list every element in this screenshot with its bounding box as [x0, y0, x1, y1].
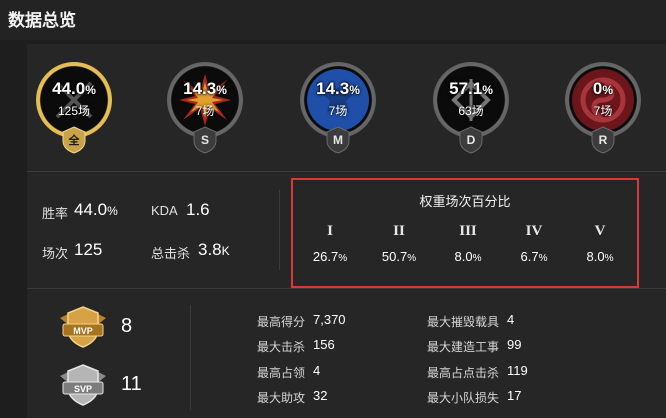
mvp-count: 8 — [121, 315, 133, 337]
page-title: 数据总览 — [8, 11, 76, 30]
mode-winrate: 0% — [592, 79, 614, 98]
record-value: 17 — [507, 388, 522, 403]
matches-label: 场次 — [42, 246, 69, 261]
kills-label: 总击杀 — [151, 246, 191, 261]
mode-match-count: 7场 — [593, 104, 613, 118]
record-label: 最大小队损失 — [427, 391, 500, 405]
weight-label: I — [327, 223, 333, 239]
mode-r[interactable]: 0% 7场 R — [561, 62, 645, 156]
mode-badge-d: D — [459, 126, 483, 154]
record-label: 最高得分 — [257, 315, 306, 329]
weight-label: V — [594, 223, 606, 239]
weight-value: 8.0% — [454, 249, 482, 264]
divider-middle — [27, 288, 666, 289]
mode-m[interactable]: 14.3% 7场 M — [296, 62, 380, 156]
record-value: 119 — [507, 363, 528, 378]
mode-d[interactable]: 57.1% 63场 D — [429, 62, 513, 156]
mode-match-count: 63场 — [458, 104, 484, 118]
record-label: 最高占点击杀 — [427, 366, 500, 380]
kills-value: 3.8K — [198, 240, 230, 259]
weight-value: 50.7% — [381, 249, 417, 264]
record-label: 最高占领 — [257, 366, 306, 380]
record-label: 最大摧毁载具 — [427, 315, 500, 329]
record-value: 156 — [313, 337, 335, 352]
header-bar: 数据总览 — [0, 0, 666, 40]
mode-winrate: 14.3% — [316, 79, 360, 98]
record-value: 99 — [507, 337, 522, 352]
record-label: 最大击杀 — [257, 340, 306, 354]
svg-text:SVP: SVP — [74, 384, 92, 394]
mode-winrate: 57.1% — [449, 79, 493, 98]
mode-s[interactable]: 14.3% 7场 S — [163, 62, 247, 156]
record-value: 4 — [507, 312, 515, 327]
divider-medals — [190, 305, 191, 410]
mode-badge-m: M — [326, 126, 350, 154]
weight-value: 8.0% — [586, 249, 614, 264]
svp-count: 11 — [121, 373, 142, 395]
mode-match-count: 7场 — [195, 104, 215, 118]
divider-top — [27, 171, 666, 172]
mvp-medal-icon: MVP — [58, 304, 108, 350]
mode-match-count: 125场 — [57, 104, 91, 118]
winrate-value: 44.0% — [74, 200, 118, 219]
weight-label: IV — [525, 223, 543, 239]
svg-text:MVP: MVP — [73, 326, 93, 336]
weight-value: 6.7% — [520, 249, 548, 264]
mode-winrate: 44.0% — [52, 79, 96, 98]
record-value: 4 — [313, 363, 321, 378]
winrate-label: 胜率 — [42, 206, 69, 221]
record-value: 32 — [313, 388, 328, 403]
weight-value: 26.7% — [312, 249, 348, 264]
record-value: 7,370 — [313, 312, 346, 327]
mode-badge-r: R — [591, 126, 615, 154]
mode-match-count: 7场 — [328, 104, 348, 118]
record-label: 最大建造工事 — [427, 340, 500, 354]
kda-value: 1.6 — [186, 200, 210, 219]
mode-overall[interactable]: 44.0% 125场 全 — [32, 62, 116, 156]
record-label: 最大助攻 — [257, 391, 306, 405]
mode-winrate: 14.3% — [183, 79, 227, 98]
mode-badge-overall: 全 — [62, 126, 86, 154]
weight-distribution-box: 权重场次百分比 I 26.7% II 50.7% III 8.0% IV 6.7… — [291, 178, 639, 288]
weight-label: III — [459, 223, 477, 239]
weights-title: 权重场次百分比 — [419, 194, 511, 209]
kda-label: KDA — [151, 203, 178, 218]
matches-value: 125 — [74, 240, 103, 259]
divider-summary — [279, 190, 280, 270]
mode-badge-s: S — [193, 126, 217, 154]
svp-medal-icon: SVP — [58, 362, 108, 408]
weight-label: II — [393, 223, 405, 239]
